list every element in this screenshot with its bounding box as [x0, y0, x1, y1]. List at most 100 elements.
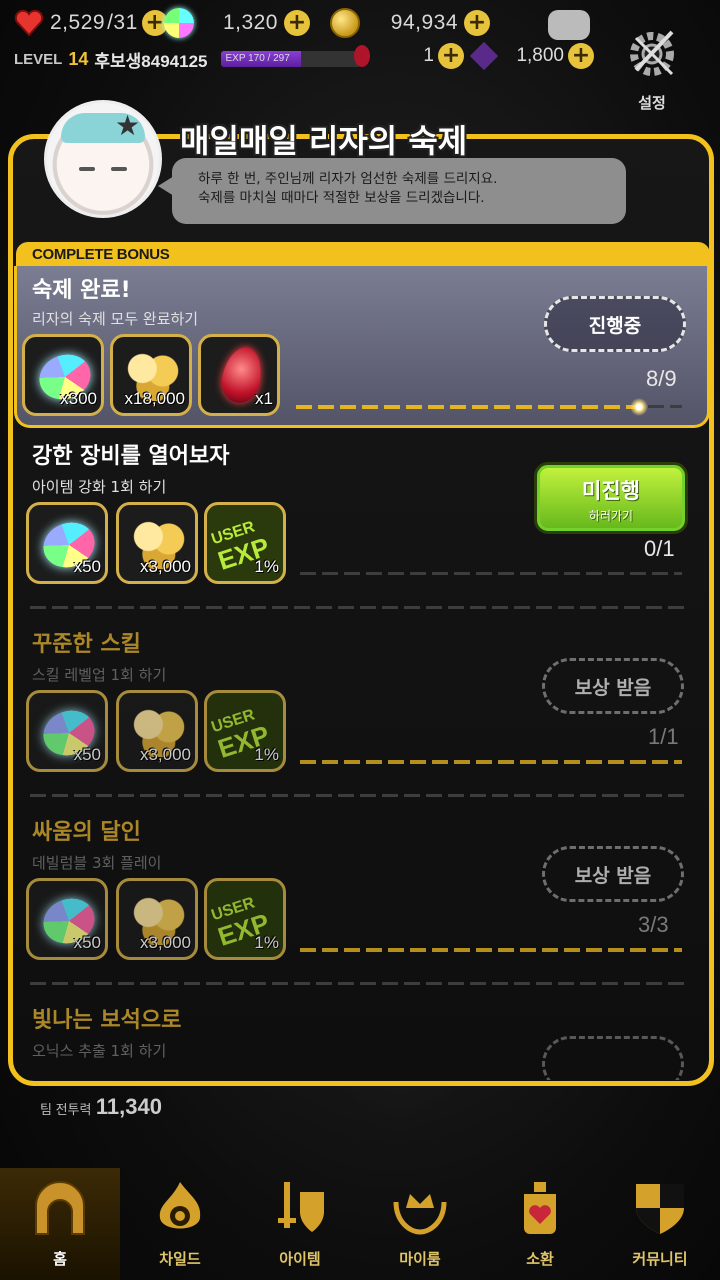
nav-label: 아이템 [279, 1250, 321, 1268]
bubble-line-2: 숙제를 마치실 때마다 적절한 보상을 드리겠습니다. [198, 190, 485, 206]
progress-track [296, 398, 682, 416]
level-value: 14 [68, 48, 89, 69]
go-button-label: 미진행 [582, 479, 640, 503]
exp-bar: EXP 170 / 297 [221, 51, 362, 67]
in-progress-button[interactable]: 진행중 [544, 296, 686, 352]
bubble-line-1: 하루 한 번, 주인님께 리자가 엄선한 숙제를 드리지요. [198, 171, 498, 187]
reward-qty: x3,000 [139, 557, 191, 576]
reward-received-button[interactable]: 보상 받음 [542, 658, 684, 714]
nav-myroom[interactable]: 마이룸 [360, 1168, 480, 1280]
reward-qty: x50 [73, 557, 101, 576]
quest-desc: 오닉스 추출 1회 하기 [32, 1042, 167, 1060]
settings-label: 설정 [638, 94, 666, 112]
go-do-it-button[interactable]: 미진행 하러가기 [534, 462, 688, 534]
progress-track-fill [300, 760, 682, 764]
reward-qty: x3,000 [139, 745, 191, 764]
add-gold-button[interactable]: + [464, 10, 490, 36]
quest-3: 싸움의 달인 데빌럼블 3회 플레이 [32, 814, 161, 873]
right-eye [111, 167, 127, 171]
nav-item[interactable]: 아이템 [240, 1168, 360, 1280]
reward-gem: x50 [26, 878, 108, 960]
gold-value: 94,934 [390, 11, 458, 34]
nav-child[interactable]: 차일드 [120, 1168, 240, 1280]
dark-crystal-resource: 1,800 + [469, 41, 594, 71]
quest-desc: 데빌럼블 3회 플레이 [32, 854, 162, 872]
complete-bonus-header: COMPLETE BONUS [16, 242, 710, 268]
quest-title: 강한 장비를 열어보자 [32, 444, 230, 469]
star-icon: ★ [115, 109, 141, 142]
quest-2: 꾸준한 스킬 스킬 레벨업 1회 하기 [32, 626, 166, 685]
divider [30, 606, 690, 609]
ruby-value: 1 [423, 45, 434, 66]
progress-sparkle [630, 398, 648, 416]
team-power: 팀 전투력 11,340 [40, 1094, 162, 1120]
nav-label: 차일드 [159, 1250, 201, 1268]
quest-0: 숙제 완료! 리자의 숙제 모두 완료하기 [32, 272, 198, 329]
divider [30, 794, 690, 797]
hearts-max: /31 [107, 11, 138, 34]
gear-icon [630, 30, 674, 76]
quest-counter: 3/3 [638, 912, 669, 937]
reward-received-button[interactable]: 보상 받음 [542, 846, 684, 902]
reward-user-exp: USER EXP 1% [204, 878, 286, 960]
reward-qty: 1% [254, 745, 279, 764]
dark-crystal-value: 1,800 [516, 45, 564, 66]
reward-qty: 1% [254, 933, 279, 952]
reward-gem: x50 [26, 690, 108, 772]
reward-gold: x3,000 [116, 878, 198, 960]
quest-desc: 리자의 숙제 모두 완료하기 [32, 310, 199, 328]
nav-summon[interactable]: 소환 [480, 1168, 600, 1280]
reward-gold: x18,000 [110, 334, 192, 416]
exp-label: EXP 170 / 297 [225, 53, 290, 64]
nav-label: 홈 [53, 1250, 67, 1268]
sword-shield-icon [278, 1182, 324, 1232]
gems-value: 1,320 [222, 11, 278, 34]
quest-counter: 8/9 [646, 366, 677, 391]
team-power-value: 11,340 [95, 1094, 162, 1119]
gold-coin-icon [330, 8, 360, 38]
reward-gem: x300 [22, 334, 104, 416]
crown-wreath-icon [393, 1194, 447, 1235]
add-gems-button[interactable]: + [284, 10, 310, 36]
level-label: LEVEL [14, 50, 63, 68]
go-button-sublabel: 하러가기 [588, 509, 634, 523]
player-name: 후보생8494125 [94, 51, 208, 71]
home-gate-icon [35, 1181, 85, 1235]
level-row: LEVEL 14 후보생8494125 EXP 170 / 297 [14, 46, 362, 72]
potion-heart-icon [524, 1182, 556, 1234]
quest-desc: 스킬 레벨업 1회 하기 [32, 666, 167, 684]
reward-qty: x18,000 [124, 389, 186, 408]
nav-home[interactable]: 홈 [0, 1168, 120, 1280]
left-eye [79, 167, 95, 171]
quest-1: 강한 장비를 열어보자 아이템 강화 1회 하기 [32, 438, 229, 497]
nav-community[interactable]: 커뮤니티 [600, 1168, 720, 1280]
progress-track-fill [300, 948, 682, 952]
checkered-shield-icon [636, 1184, 684, 1234]
nav-label: 커뮤니티 [632, 1250, 688, 1268]
reward-user-exp: USER EXP 1% [204, 502, 286, 584]
team-power-label: 팀 전투력 [40, 1102, 92, 1117]
ruby-resource: 1 + [354, 42, 464, 70]
reward-qty: x1 [255, 389, 273, 408]
hearts-resource: 2,529 /31 + [14, 8, 168, 38]
cut-off-button [542, 1036, 684, 1080]
gems-resource: 1,320 + [164, 8, 310, 38]
progress-track-fill [296, 405, 639, 409]
panel-title: 매일매일 리자의 숙제 [180, 122, 468, 160]
reward-user-exp: USER EXP 1% [204, 690, 286, 772]
chat-icon[interactable] [548, 10, 590, 40]
reward-qty: 1% [254, 557, 279, 576]
liza-avatar: ★ [44, 100, 162, 218]
dark-crystal-icon [469, 41, 499, 71]
add-dark-crystal-button[interactable]: + [568, 43, 594, 69]
settings-button[interactable]: 설정 [620, 24, 684, 113]
quest-4: 빛나는 보석으로 오닉스 추출 1회 하기 [32, 1002, 181, 1080]
gem-icon [164, 8, 194, 38]
reward-qty: x300 [60, 389, 97, 408]
reward-qty: x50 [73, 933, 101, 952]
quest-title: 꾸준한 스킬 [32, 632, 141, 657]
ruby-icon [354, 45, 370, 67]
flame-eye-icon [159, 1182, 201, 1229]
add-ruby-button[interactable]: + [438, 43, 464, 69]
quest-title: 숙제 완료! [32, 278, 131, 303]
